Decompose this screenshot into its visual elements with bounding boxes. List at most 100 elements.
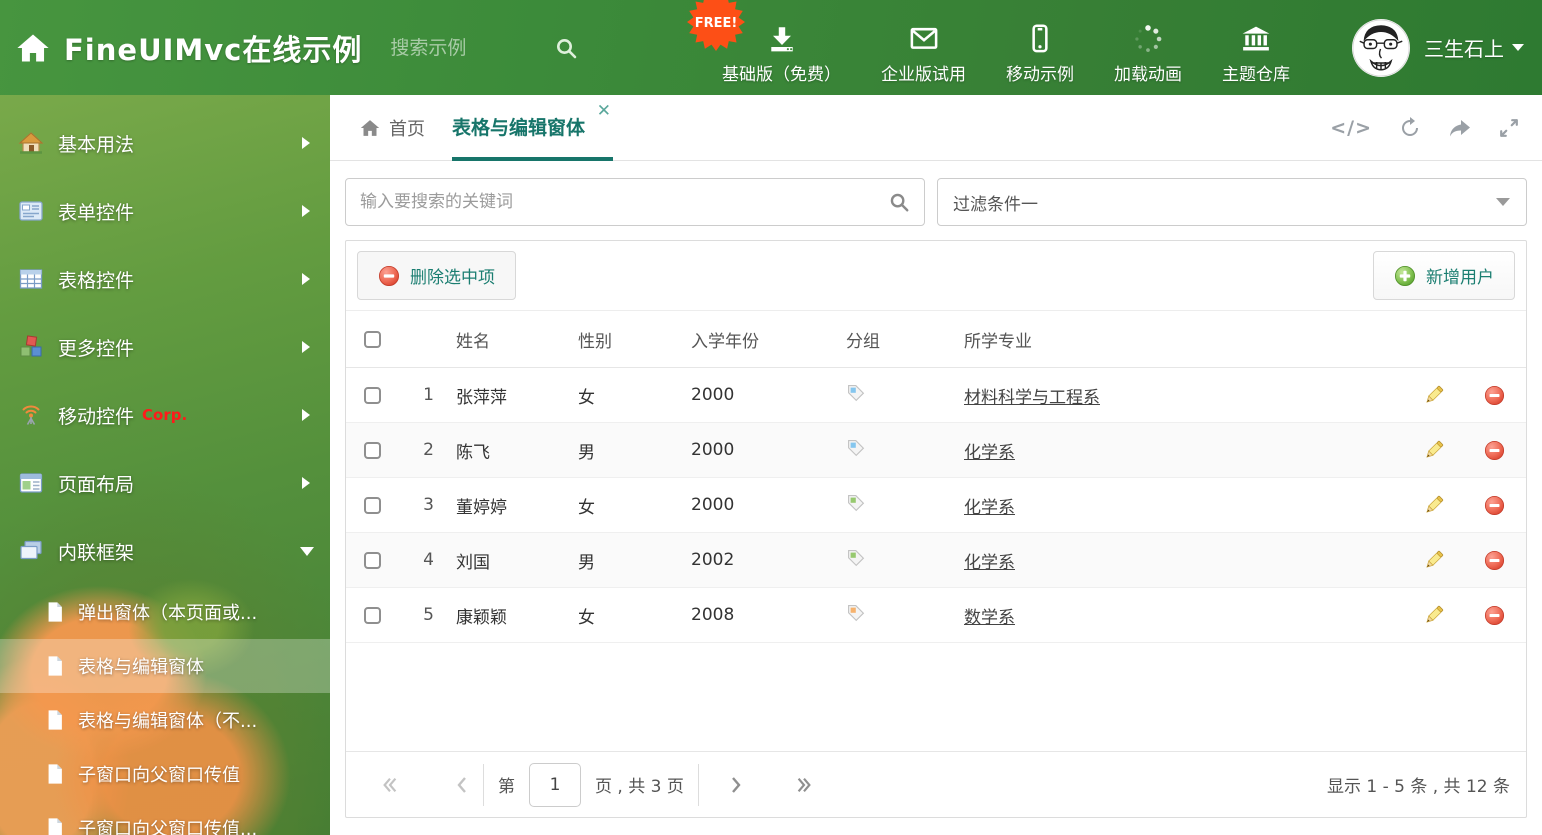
table-row: 2 陈飞 男 2000 化学系 xyxy=(346,423,1526,478)
search-icon[interactable] xyxy=(888,191,910,213)
major-link[interactable]: 数学系 xyxy=(964,608,1015,628)
cell-year: 2000 xyxy=(691,495,735,515)
chevron-down-icon xyxy=(300,546,314,556)
add-user-button[interactable]: 新增用户 xyxy=(1373,251,1515,300)
column-header-major[interactable]: 所学专业 xyxy=(954,327,1406,352)
pencil-icon xyxy=(1426,605,1444,623)
sidebar-item-page-layout[interactable]: 页面布局 xyxy=(0,449,330,517)
column-header-group[interactable]: 分组 xyxy=(836,327,954,352)
delete-selected-button[interactable]: 删除选中项 xyxy=(357,251,516,300)
edit-button[interactable] xyxy=(1406,494,1462,516)
row-number: 4 xyxy=(423,550,434,570)
major-link[interactable]: 化学系 xyxy=(964,498,1015,518)
first-page-button[interactable] xyxy=(381,775,399,795)
layout-icon xyxy=(19,473,43,493)
major-link[interactable]: 化学系 xyxy=(964,553,1015,573)
sidebar-subitem-grid-edit-window-2[interactable]: 表格与编辑窗体（不... xyxy=(0,693,330,747)
header-search xyxy=(390,36,578,60)
column-header-name[interactable]: 姓名 xyxy=(446,327,568,352)
record-summary: 显示 1 - 5 条 , 共 12 条 xyxy=(1326,777,1510,797)
keyword-search-input[interactable] xyxy=(346,192,888,212)
sidebar-subitem-popup-window[interactable]: 弹出窗体（本页面或... xyxy=(0,585,330,639)
cell-year: 2000 xyxy=(691,440,735,460)
source-code-icon[interactable]: </> xyxy=(1330,117,1372,139)
page-number-input[interactable] xyxy=(529,762,581,807)
file-icon xyxy=(48,818,62,835)
table-row: 5 康颖颖 女 2008 数学系 xyxy=(346,588,1526,643)
app-logo[interactable]: FineUIMvc在线示例 xyxy=(16,27,362,69)
app-title: FineUIMvc在线示例 xyxy=(64,32,363,67)
tab-tools: </> xyxy=(1330,95,1520,161)
edit-button[interactable] xyxy=(1406,384,1462,406)
refresh-icon[interactable] xyxy=(1398,116,1422,140)
cell-year: 2008 xyxy=(691,605,735,625)
cell-gender: 女 xyxy=(578,387,595,408)
delete-button[interactable] xyxy=(1462,605,1526,626)
row-checkbox[interactable] xyxy=(363,551,381,569)
table-row: 1 张萍萍 女 2000 材料科学与工程系 xyxy=(346,368,1526,423)
sidebar-item-mobile-controls[interactable]: 移动控件 Corp. xyxy=(0,381,330,449)
next-page-button[interactable] xyxy=(729,775,743,795)
cell-name: 陈飞 xyxy=(456,442,490,463)
table-row: 4 刘国 男 2002 化学系 xyxy=(346,533,1526,588)
chevron-right-icon xyxy=(302,205,310,217)
prev-page-button[interactable] xyxy=(455,775,469,795)
select-all-checkbox[interactable] xyxy=(363,330,381,348)
sidebar-item-grid-controls[interactable]: 表格控件 xyxy=(0,245,330,313)
sidebar-item-basic-usage[interactable]: 基本用法 xyxy=(0,109,330,177)
column-header-year[interactable]: 入学年份 xyxy=(681,327,836,352)
sidebar-subitem-child-to-parent[interactable]: 子窗口向父窗口传值 xyxy=(0,747,330,801)
share-icon[interactable] xyxy=(1448,116,1472,140)
avatar[interactable] xyxy=(1352,18,1410,77)
search-icon[interactable] xyxy=(554,36,578,60)
header-search-input[interactable] xyxy=(390,36,541,59)
file-icon xyxy=(48,764,62,784)
tab-grid-edit-window[interactable]: 表格与编辑窗体 ✕ xyxy=(452,95,614,161)
table-header: 姓名 性别 入学年份 分组 所学专业 xyxy=(346,311,1526,368)
bank-icon xyxy=(1242,26,1270,51)
filter-dropdown[interactable]: 过滤条件一 xyxy=(937,178,1527,226)
cell-name: 康颖颖 xyxy=(456,607,507,628)
table-body: 1 张萍萍 女 2000 材料科学与工程系 2 陈飞 男 2000 化学系 3 … xyxy=(346,368,1526,643)
sidebar-subitem-child-to-parent-2[interactable]: 子窗口向父窗口传值... xyxy=(0,801,330,835)
grid-panel: 删除选中项 新增用户 姓名 性别 入学年份 分组 所学专业 1 张萍萍 女 20… xyxy=(345,240,1527,818)
delete-button[interactable] xyxy=(1462,495,1526,516)
antenna-icon xyxy=(22,405,40,425)
sidebar-subitem-grid-edit-window[interactable]: 表格与编辑窗体 xyxy=(0,639,330,693)
frames-icon xyxy=(20,540,42,560)
sidebar-item-form-controls[interactable]: 表单控件 xyxy=(0,177,330,245)
menu-item-basic-edition[interactable]: 基础版（免费） xyxy=(722,24,841,85)
row-checkbox[interactable] xyxy=(363,606,381,624)
edit-button[interactable] xyxy=(1406,439,1462,461)
user-menu[interactable]: 三生石上 xyxy=(1424,33,1524,62)
pencil-icon xyxy=(1426,550,1444,568)
chevron-down-icon xyxy=(1496,198,1510,206)
delete-button[interactable] xyxy=(1462,440,1526,461)
file-icon xyxy=(48,656,62,676)
menu-item-theme-repo[interactable]: 主题仓库 xyxy=(1222,24,1290,85)
major-link[interactable]: 材料科学与工程系 xyxy=(964,388,1100,408)
menu-item-loading-animation[interactable]: 加载动画 xyxy=(1114,24,1182,85)
expand-icon[interactable] xyxy=(1498,117,1520,139)
sidebar-item-iframe[interactable]: 内联框架 xyxy=(0,517,330,585)
sidebar-item-more-controls[interactable]: 更多控件 xyxy=(0,313,330,381)
last-page-button[interactable] xyxy=(795,775,813,795)
edit-button[interactable] xyxy=(1406,604,1462,626)
row-checkbox[interactable] xyxy=(363,496,381,514)
menu-item-mobile-demo[interactable]: 移动示例 xyxy=(1006,24,1074,85)
minus-circle-icon xyxy=(1484,385,1504,405)
header-menu: 基础版（免费） 企业版试用 移动示例 加载动画 主题仓库 xyxy=(722,0,1290,95)
filter-dropdown-value: 过滤条件一 xyxy=(953,194,1038,215)
menu-item-enterprise-trial[interactable]: 企业版试用 xyxy=(881,24,966,85)
row-checkbox[interactable] xyxy=(363,386,381,404)
column-header-gender[interactable]: 性别 xyxy=(568,327,681,352)
major-link[interactable]: 化学系 xyxy=(964,443,1015,463)
close-icon[interactable]: ✕ xyxy=(597,103,611,120)
edit-button[interactable] xyxy=(1406,549,1462,571)
home-icon xyxy=(17,34,49,61)
delete-button[interactable] xyxy=(1462,550,1526,571)
row-checkbox[interactable] xyxy=(363,441,381,459)
minus-circle-icon xyxy=(1484,605,1504,625)
delete-button[interactable] xyxy=(1462,385,1526,406)
tab-home[interactable]: 首页 xyxy=(360,95,425,161)
